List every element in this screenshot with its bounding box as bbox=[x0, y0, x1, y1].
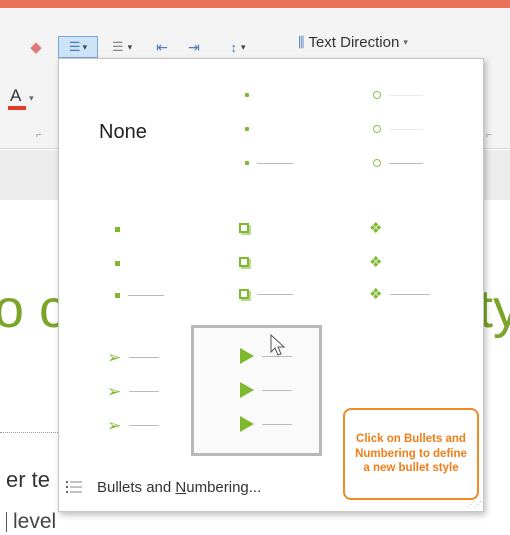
hollow-square-bullet-icon bbox=[239, 289, 249, 299]
hollow-square-bullet-icon bbox=[239, 257, 249, 267]
numbering-icon: ☰ bbox=[111, 39, 124, 54]
filled-square-bullet-icon bbox=[115, 227, 120, 232]
resize-grip-icon[interactable]: ⋰⋰ bbox=[467, 500, 482, 509]
small-dot-bullet-icon bbox=[245, 93, 249, 97]
hollow-circle-bullet-icon bbox=[373, 91, 381, 99]
triangle-bullet-icon bbox=[240, 348, 254, 364]
decrease-indent-button[interactable]: ⇤ bbox=[148, 36, 176, 58]
arrow-bullet-icon: ➢ bbox=[107, 382, 122, 401]
hollow-circle-bullet-icon bbox=[373, 159, 381, 167]
chevron-down-icon: ▾ bbox=[240, 41, 246, 52]
chevron-down-icon: ▾ bbox=[82, 41, 88, 52]
chevron-down-icon: ▾ bbox=[29, 93, 34, 103]
small-dot-bullet-icon bbox=[245, 161, 249, 165]
small-dot-bullet-icon bbox=[245, 127, 249, 131]
font-color-icon: A bbox=[10, 86, 21, 105]
bullets-and-numbering-label: Bullets and Numbering... bbox=[97, 478, 262, 496]
eraser-icon: ◆ bbox=[30, 39, 42, 56]
bullet-none-label: None bbox=[99, 121, 147, 143]
arrow-bullet-icon: ➢ bbox=[107, 348, 122, 367]
mouse-pointer-icon bbox=[270, 334, 286, 356]
text-direction-button[interactable]: ⫼ Text Direction ▾ bbox=[298, 34, 408, 51]
hollow-square-bullet-icon bbox=[239, 223, 249, 233]
bullet-option-triangle-selected[interactable] bbox=[191, 325, 322, 456]
font-color-swatch bbox=[8, 106, 26, 110]
four-diamond-bullet-icon: ❖ bbox=[369, 286, 383, 303]
triangle-bullet-icon bbox=[240, 382, 254, 398]
hollow-circle-bullet-icon bbox=[373, 125, 381, 133]
line-spacing-button[interactable]: ↕ ▾ bbox=[218, 36, 258, 58]
increase-indent-icon: ⇥ bbox=[188, 38, 200, 55]
bullet-option-filled-square[interactable] bbox=[63, 195, 191, 323]
increase-indent-button[interactable]: ⇥ bbox=[180, 36, 208, 58]
filled-square-bullet-icon bbox=[115, 293, 120, 298]
bullets-list-icon bbox=[65, 479, 83, 495]
four-diamond-bullet-icon: ❖ bbox=[369, 220, 383, 237]
bullets-button[interactable]: ☰ ▾ bbox=[58, 36, 98, 58]
decrease-indent-icon: ⇤ bbox=[156, 38, 168, 55]
font-color-button[interactable]: A ▾ bbox=[8, 86, 34, 110]
font-dialog-launcher-icon[interactable]: ⌐ bbox=[36, 130, 42, 141]
bullet-option-hollow-square[interactable] bbox=[193, 195, 321, 323]
four-diamond-bullet-icon: ❖ bbox=[369, 254, 383, 271]
bullets-icon: ☰ bbox=[68, 39, 81, 54]
slide-body-text-fragment[interactable]: er te bbox=[6, 467, 50, 493]
bullet-option-arrow[interactable]: ➢ ➢ ➢ bbox=[63, 327, 191, 455]
arrow-bullet-icon: ➢ bbox=[107, 416, 122, 435]
text-direction-icon: ⫼ bbox=[298, 34, 305, 50]
bullet-option-none[interactable]: None bbox=[63, 63, 191, 191]
numbering-button[interactable]: ☰ ▾ bbox=[102, 36, 142, 58]
instruction-callout: Click on Bullets and Numbering to define… bbox=[343, 408, 479, 500]
app-top-accent-strip bbox=[0, 0, 510, 8]
text-direction-label: Text Direction bbox=[308, 34, 400, 51]
filled-square-bullet-icon bbox=[115, 261, 120, 266]
bullet-option-hollow-circle[interactable] bbox=[323, 63, 451, 191]
paragraph-dialog-launcher-icon[interactable]: ⌐ bbox=[486, 130, 492, 141]
callout-text: Click on Bullets and Numbering to define… bbox=[355, 433, 467, 475]
chevron-down-icon: ▾ bbox=[127, 41, 133, 52]
line-spacing-icon: ↕ bbox=[230, 39, 237, 55]
slide-body-level-text: level bbox=[13, 510, 57, 533]
clear-formatting-button[interactable]: ◆ bbox=[22, 36, 50, 58]
slide-title-fragment-left[interactable]: o c bbox=[0, 278, 66, 340]
text-cursor bbox=[6, 512, 7, 533]
chevron-down-icon: ▾ bbox=[403, 37, 408, 47]
slide-body-level-fragment[interactable]: level bbox=[6, 510, 56, 534]
triangle-bullet-icon bbox=[240, 416, 254, 432]
bullet-option-small-dot[interactable] bbox=[193, 63, 321, 191]
bullet-option-star[interactable]: ❖ ❖ ❖ bbox=[323, 195, 451, 323]
